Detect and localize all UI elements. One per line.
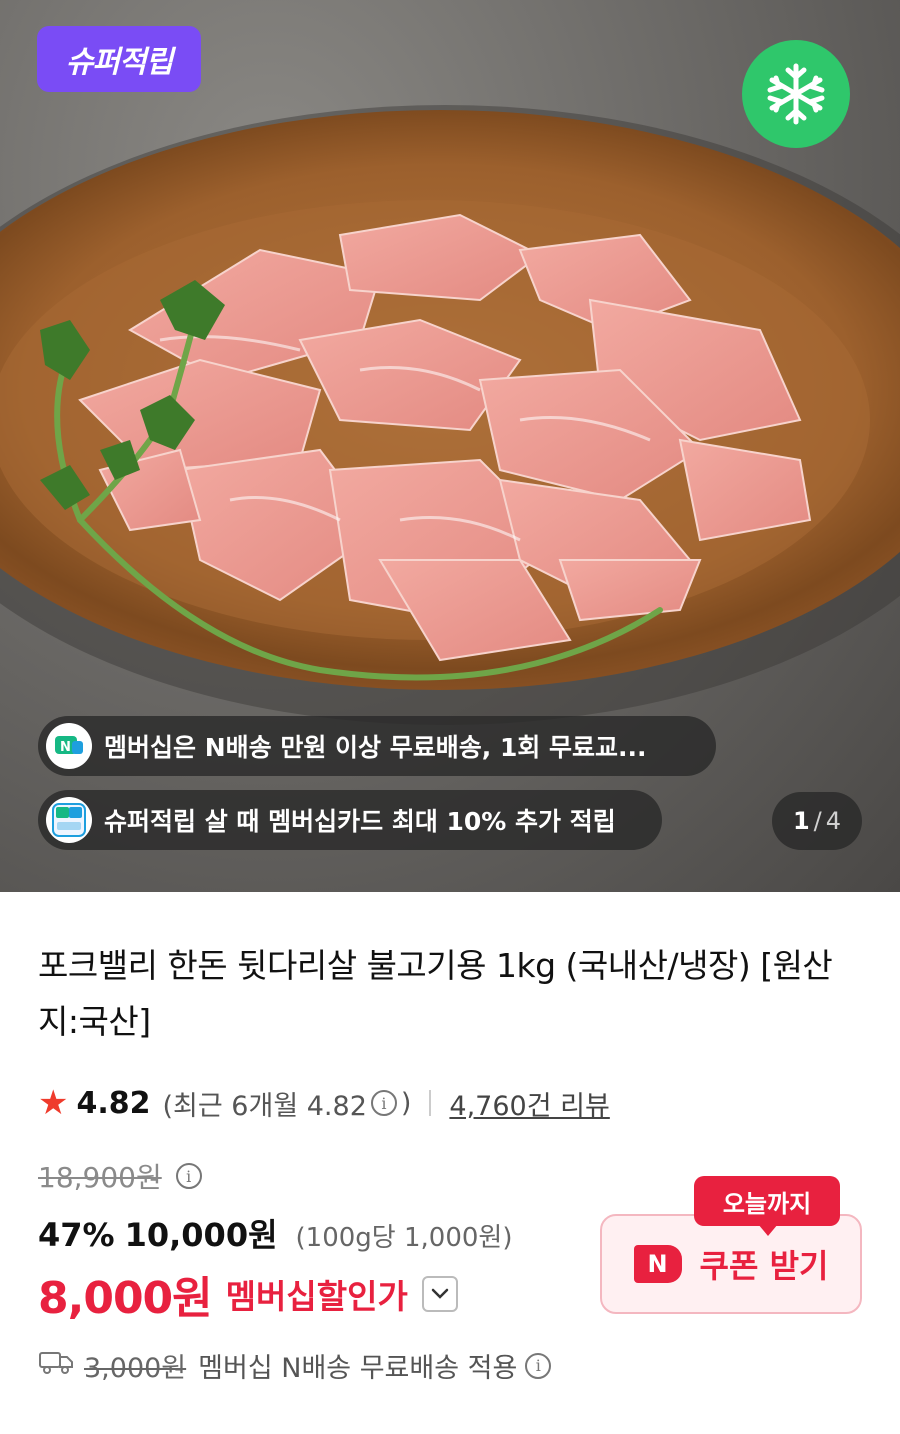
naver-n-icon: N	[633, 1245, 682, 1283]
sale-price: 10,000원	[124, 1216, 278, 1254]
product-title: 포크밸리 한돈 뒷다리살 불고기용 1kg (국내산/냉장) [원산지:국산]	[38, 946, 833, 1041]
snowflake-icon	[742, 40, 850, 148]
original-price-row: 18,900원 i	[38, 1156, 206, 1196]
recent-rating: (최근 6개월 4.82 i )	[163, 1084, 412, 1123]
rating-row: ★ 4.82 (최근 6개월 4.82 i ) 4,760건 리뷰	[38, 1080, 610, 1126]
discount-rate: 47%	[38, 1216, 115, 1254]
membership-card-text: 슈퍼적립 살 때 멤버십카드 최대 10% 추가 적립	[104, 807, 616, 836]
svg-text:N: N	[60, 740, 71, 755]
coupon-button-label: 쿠폰 받기	[699, 1247, 829, 1285]
info-icon[interactable]: i	[370, 1090, 397, 1116]
today-only-badge: 오늘까지	[694, 1176, 840, 1236]
shipping-row: 3,000원 멤버십 N배송 무료배송 적용 i	[38, 1346, 555, 1385]
coupon-button[interactable]: N 쿠폰 받기	[600, 1214, 862, 1314]
membership-shipping-text: 멤버십은 N배송 만원 이상 무료배송, 1회 무료교...	[104, 733, 647, 762]
sale-price-row: 47% 10,000원 (100g당 1,000원)	[38, 1210, 513, 1256]
member-price-label: 멤버십할인가	[225, 1277, 408, 1316]
truck-icon	[38, 1348, 74, 1383]
super-reward-badge: 슈퍼적립	[37, 26, 201, 92]
pager-total: 4	[825, 807, 842, 835]
divider	[429, 1090, 432, 1116]
shipping-text: 멤버십 N배송 무료배송 적용	[198, 1353, 518, 1384]
carousel-page-indicator: 1 / 4	[772, 792, 862, 850]
pager-current: 1	[792, 807, 810, 835]
star-icon: ★	[38, 1083, 69, 1123]
shipping-info-icon[interactable]: i	[525, 1352, 552, 1379]
pager-separator: /	[813, 807, 822, 835]
unit-price: (100g당 1,000원)	[295, 1223, 513, 1253]
original-price: 18,900원	[38, 1161, 162, 1194]
member-price-row: 8,000원 멤버십할인가	[38, 1262, 458, 1326]
recent-rating-close: )	[400, 1087, 412, 1119]
product-image-carousel[interactable]: 슈퍼적립 N 멤버십은 N배송 만원 이상 무료배송, 1회 무료교... 슈퍼…	[0, 0, 900, 892]
member-price: 8,000원	[38, 1273, 213, 1324]
nplus-membership-icon	[46, 797, 92, 843]
review-count-link[interactable]: 4,760건 리뷰	[449, 1084, 609, 1123]
shipping-old-price: 3,000원	[84, 1353, 187, 1384]
chevron-down-icon[interactable]	[421, 1276, 458, 1312]
membership-shipping-banner[interactable]: N 멤버십은 N배송 만원 이상 무료배송, 1회 무료교...	[38, 716, 716, 776]
price-info-icon[interactable]: i	[175, 1163, 202, 1189]
delivery-truck-icon: N	[46, 723, 92, 769]
recent-rating-text: (최근 6개월 4.82	[162, 1090, 367, 1122]
rating-value: 4.82	[76, 1085, 151, 1121]
membership-card-banner[interactable]: 슈퍼적립 살 때 멤버십카드 최대 10% 추가 적립	[38, 790, 662, 850]
